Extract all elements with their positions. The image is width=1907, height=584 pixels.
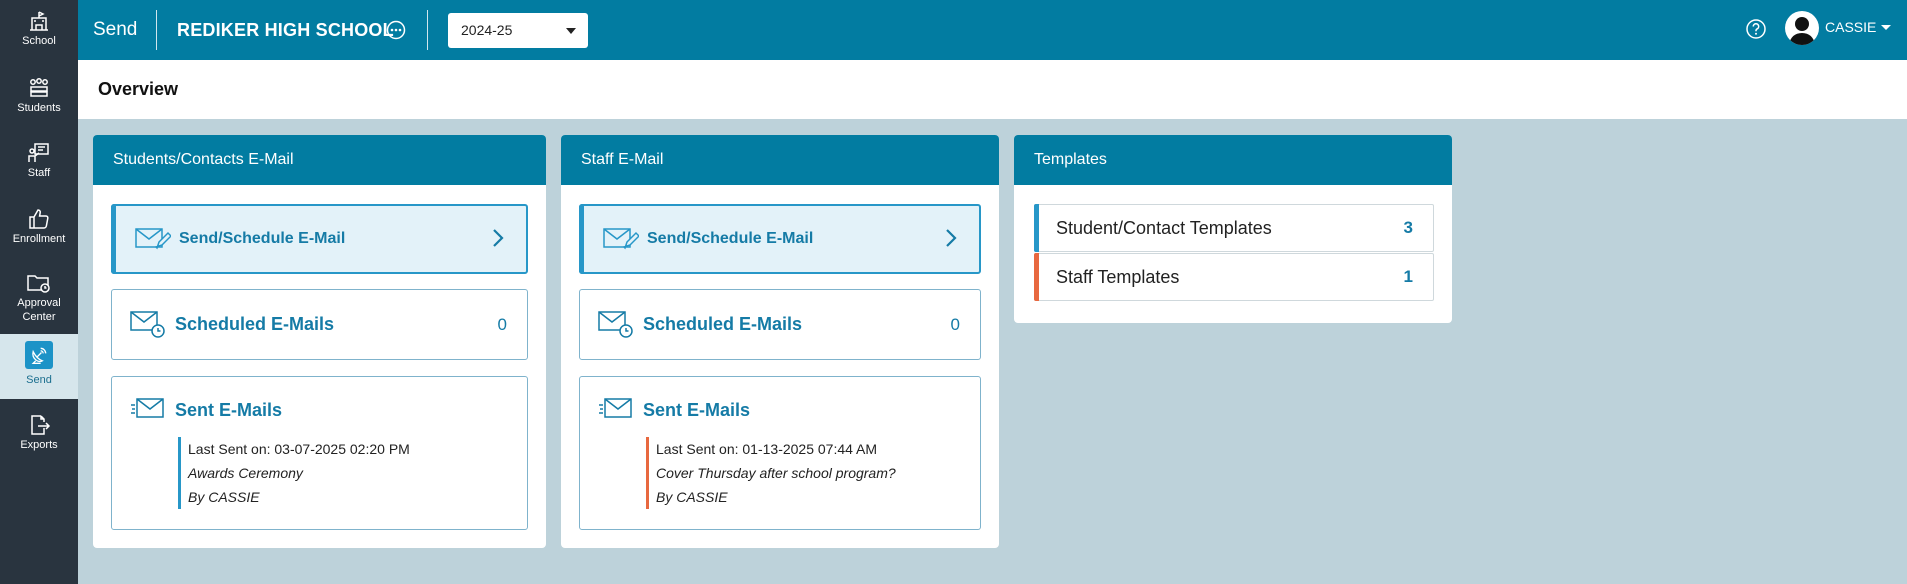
chevron-down-icon[interactable] bbox=[1881, 25, 1891, 30]
envelope-edit-icon bbox=[135, 226, 173, 257]
scheduled-count: 0 bbox=[950, 315, 960, 334]
school-year-value: 2024-25 bbox=[461, 22, 513, 38]
sidebar-item-label: Approval Center bbox=[17, 297, 61, 323]
sent-emails-button[interactable]: Sent E-Mails Last Sent on: 01-13-2025 07… bbox=[579, 376, 981, 530]
template-label: Student/Contact Templates bbox=[1056, 218, 1272, 238]
last-sent-details: Last Sent on: 01-13-2025 07:44 AM Cover … bbox=[646, 437, 896, 509]
export-icon bbox=[0, 412, 78, 438]
envelope-clock-icon bbox=[130, 310, 166, 345]
more-options-icon[interactable] bbox=[386, 20, 406, 40]
school-icon bbox=[0, 8, 78, 34]
template-count: 3 bbox=[1403, 218, 1413, 237]
avatar[interactable] bbox=[1785, 11, 1819, 45]
sidebar-item-label: Students bbox=[17, 102, 61, 114]
accent-bar bbox=[646, 437, 649, 509]
envelope-clock-icon bbox=[598, 310, 634, 345]
page-title: Overview bbox=[98, 79, 179, 99]
last-sent-by: By CASSIE bbox=[656, 489, 728, 505]
top-bar: Send REDIKER HIGH SCHOOL 2024-25 CASSIE bbox=[78, 0, 1907, 60]
students-email-card: Students/Contacts E-Mail Send/Schedule E… bbox=[93, 135, 546, 548]
sent-emails-button[interactable]: Sent E-Mails Last Sent on: 03-07-2025 02… bbox=[111, 376, 528, 530]
scheduled-emails-label: Scheduled E-Mails bbox=[643, 314, 803, 334]
scheduled-emails-label: Scheduled E-Mails bbox=[175, 314, 335, 334]
card-title: Staff E-Mail bbox=[561, 135, 999, 185]
envelope-edit-icon bbox=[603, 226, 641, 257]
accent-bar bbox=[1034, 204, 1039, 252]
send-schedule-email-button[interactable]: Send/Schedule E-Mail bbox=[111, 204, 528, 274]
school-year-select[interactable]: 2024-25 bbox=[448, 13, 588, 48]
students-icon bbox=[0, 75, 78, 101]
accent-bar bbox=[178, 437, 181, 509]
user-name[interactable]: CASSIE bbox=[1825, 0, 1876, 55]
card-title: Templates bbox=[1014, 135, 1452, 185]
module-title: Send bbox=[93, 19, 138, 40]
sidebar-item-label: Enrollment bbox=[12, 233, 66, 245]
thumbs-up-icon bbox=[0, 206, 78, 232]
sidebar-item-students[interactable]: Students bbox=[0, 67, 78, 132]
divider bbox=[156, 10, 157, 50]
sent-emails-label: Sent E-Mails bbox=[175, 400, 283, 420]
template-row-staff[interactable]: Staff Templates 1 bbox=[1034, 253, 1434, 301]
envelope-sent-icon bbox=[130, 397, 166, 426]
sidebar-item-label: School bbox=[22, 35, 56, 47]
staff-email-card: Staff E-Mail Send/Schedule E-Mail Schedu… bbox=[561, 135, 999, 548]
last-sent-time: Last Sent on: 01-13-2025 07:44 AM bbox=[656, 441, 878, 457]
sidebar-item-school[interactable]: School bbox=[0, 0, 78, 65]
chevron-right-icon bbox=[945, 228, 957, 248]
school-name[interactable]: REDIKER HIGH SCHOOL bbox=[177, 0, 394, 60]
template-label: Staff Templates bbox=[1056, 267, 1180, 287]
last-sent-details: Last Sent on: 03-07-2025 02:20 PM Awards… bbox=[178, 437, 410, 509]
satellite-dish-icon bbox=[0, 341, 78, 369]
last-sent-by: By CASSIE bbox=[188, 489, 260, 505]
template-count: 1 bbox=[1403, 267, 1413, 286]
templates-card: Templates Student/Contact Templates 3 St… bbox=[1014, 135, 1452, 323]
send-schedule-label: Send/Schedule E-Mail bbox=[179, 230, 346, 247]
sidebar-item-label: Exports bbox=[20, 439, 58, 451]
staff-icon bbox=[0, 140, 78, 166]
sidebar-item-exports[interactable]: Exports bbox=[0, 404, 78, 469]
scheduled-emails-button[interactable]: Scheduled E-Mails 0 bbox=[579, 289, 981, 360]
help-icon[interactable] bbox=[1745, 18, 1767, 40]
last-sent-subject: Cover Thursday after school program? bbox=[656, 465, 896, 481]
chevron-down-icon bbox=[566, 28, 576, 34]
sidebar-item-staff[interactable]: Staff bbox=[0, 132, 78, 197]
sidebar: School Students Staff Enrollment Approva… bbox=[0, 0, 78, 584]
envelope-sent-icon bbox=[598, 397, 634, 426]
sidebar-item-approval-center[interactable]: Approval Center bbox=[0, 262, 78, 332]
sidebar-item-enrollment[interactable]: Enrollment bbox=[0, 198, 78, 263]
accent-bar bbox=[1034, 253, 1039, 301]
folder-clock-icon bbox=[0, 270, 78, 296]
page-header: Overview bbox=[78, 60, 1907, 119]
scheduled-count: 0 bbox=[497, 315, 507, 334]
send-schedule-label: Send/Schedule E-Mail bbox=[647, 230, 814, 247]
card-title: Students/Contacts E-Mail bbox=[93, 135, 546, 185]
chevron-right-icon bbox=[492, 228, 504, 248]
template-row-student-contact[interactable]: Student/Contact Templates 3 bbox=[1034, 204, 1434, 252]
last-sent-subject: Awards Ceremony bbox=[188, 465, 303, 481]
sidebar-item-label: Send bbox=[26, 374, 52, 386]
sidebar-item-label: Staff bbox=[27, 167, 51, 179]
last-sent-time: Last Sent on: 03-07-2025 02:20 PM bbox=[188, 441, 410, 457]
scheduled-emails-button[interactable]: Scheduled E-Mails 0 bbox=[111, 289, 528, 360]
divider bbox=[427, 10, 428, 50]
send-schedule-email-button[interactable]: Send/Schedule E-Mail bbox=[579, 204, 981, 274]
sidebar-item-send[interactable]: Send bbox=[0, 334, 78, 399]
sent-emails-label: Sent E-Mails bbox=[643, 400, 751, 420]
